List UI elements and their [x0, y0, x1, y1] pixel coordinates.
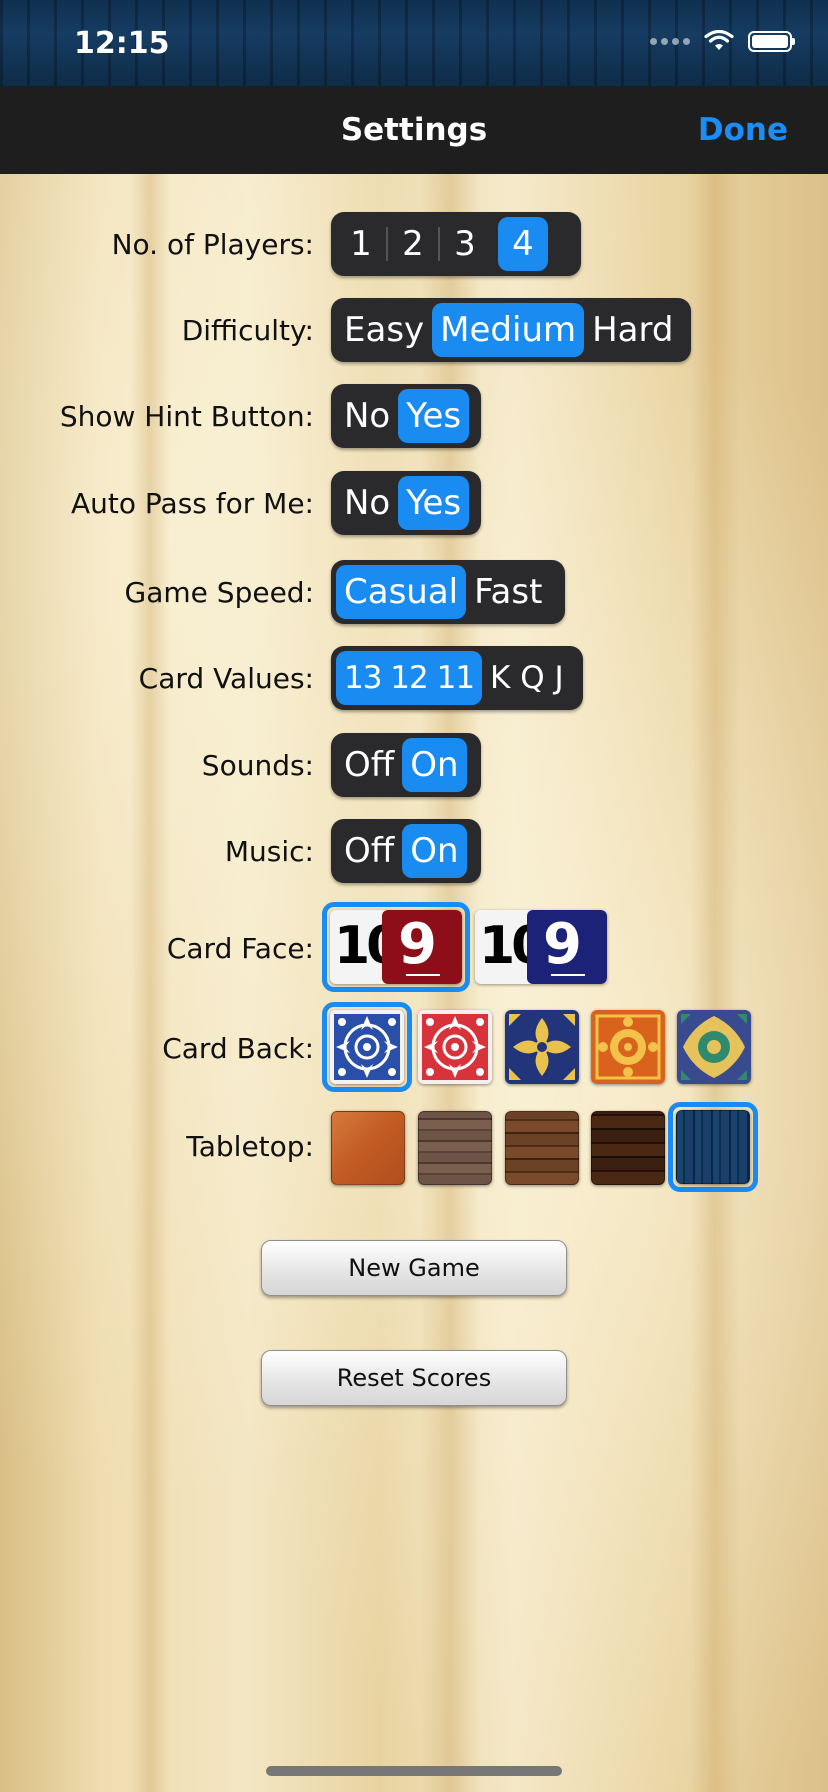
- card-face-label: Card Face:: [166, 932, 314, 965]
- players-segmented-control: 1 2 3 4: [331, 212, 581, 276]
- signal-icon: [650, 37, 690, 45]
- auto-pass-label: Auto Pass for Me:: [71, 487, 314, 520]
- card-face-option-red[interactable]: 10 9: [330, 910, 462, 984]
- game-speed-label: Game Speed:: [124, 576, 314, 609]
- card-values-option-numeric[interactable]: 13 12 11: [336, 651, 483, 705]
- players-option-4[interactable]: 4: [498, 217, 548, 271]
- players-label: No. of Players:: [111, 228, 314, 261]
- players-option-3[interactable]: 3: [440, 217, 490, 271]
- new-game-button[interactable]: New Game: [261, 1240, 567, 1296]
- auto-pass-option-no[interactable]: No: [336, 476, 398, 530]
- game-speed-segmented-control: Casual Fast: [331, 560, 565, 624]
- difficulty-option-medium[interactable]: Medium: [432, 303, 585, 357]
- card-back-option-blue-ornate[interactable]: [330, 1010, 404, 1084]
- music-option-off[interactable]: Off: [336, 824, 402, 878]
- status-bar: 12:15: [0, 0, 828, 86]
- hint-button-option-no[interactable]: No: [336, 389, 398, 443]
- tabletop-option-cherry[interactable]: [331, 1111, 405, 1185]
- card-back-option-navy-gold[interactable]: [505, 1010, 579, 1084]
- battery-icon: [748, 30, 795, 52]
- card-face-nine-panel: 9: [382, 910, 462, 984]
- done-button[interactable]: Done: [698, 112, 788, 148]
- music-option-on[interactable]: On: [402, 824, 467, 878]
- sounds-segmented-control: Off On: [331, 733, 481, 797]
- wifi-icon: [704, 30, 734, 50]
- card-back-option-red-ornate[interactable]: [418, 1010, 492, 1084]
- tabletop-option-brown-plank[interactable]: [505, 1111, 579, 1185]
- difficulty-label: Difficulty:: [181, 314, 314, 347]
- game-speed-option-casual[interactable]: Casual: [336, 565, 467, 619]
- navigation-bar: Settings Done: [0, 86, 828, 174]
- tabletop-option-blue-wood[interactable]: [676, 1110, 750, 1184]
- status-time: 12:15: [74, 26, 170, 61]
- sounds-label: Sounds:: [201, 749, 314, 782]
- difficulty-segmented-control: Easy Medium Hard: [331, 298, 691, 362]
- players-option-1[interactable]: 1: [336, 217, 386, 271]
- card-face-option-blue[interactable]: 10 9: [475, 910, 607, 984]
- auto-pass-segmented-control: No Yes: [331, 471, 481, 535]
- sounds-option-on[interactable]: On: [402, 738, 467, 792]
- hint-button-segmented-control: No Yes: [331, 384, 481, 448]
- tabletop-option-gray-plank[interactable]: [418, 1111, 492, 1185]
- game-speed-option-fast[interactable]: Fast: [466, 565, 550, 619]
- card-values-option-letters[interactable]: K Q J: [482, 651, 572, 705]
- status-icons: [650, 30, 795, 52]
- card-back-option-orange-gold[interactable]: [591, 1010, 665, 1084]
- hint-button-label: Show Hint Button:: [59, 400, 314, 433]
- paper-streak: [130, 150, 170, 1792]
- card-face-nine: 9: [543, 912, 582, 977]
- card-back-option-blue-green[interactable]: [677, 1010, 751, 1084]
- players-option-2[interactable]: 2: [388, 217, 438, 271]
- tabletop-option-dark-plank[interactable]: [591, 1111, 665, 1185]
- card-values-segmented-control: 13 12 11 K Q J: [331, 646, 583, 710]
- card-face-nine: 9: [398, 912, 437, 977]
- card-face-nine-panel: 9: [527, 910, 607, 984]
- sounds-option-off[interactable]: Off: [336, 738, 402, 792]
- auto-pass-option-yes[interactable]: Yes: [398, 476, 470, 530]
- tabletop-label: Tabletop:: [186, 1130, 314, 1163]
- card-back-label: Card Back:: [162, 1032, 314, 1065]
- paper-streak: [690, 150, 740, 1792]
- difficulty-option-easy[interactable]: Easy: [336, 303, 432, 357]
- hint-button-option-yes[interactable]: Yes: [398, 389, 470, 443]
- reset-scores-button[interactable]: Reset Scores: [261, 1350, 567, 1406]
- card-values-label: Card Values:: [138, 662, 314, 695]
- music-segmented-control: Off On: [331, 819, 481, 883]
- difficulty-option-hard[interactable]: Hard: [584, 303, 681, 357]
- home-indicator: [266, 1766, 562, 1776]
- music-label: Music:: [224, 835, 314, 868]
